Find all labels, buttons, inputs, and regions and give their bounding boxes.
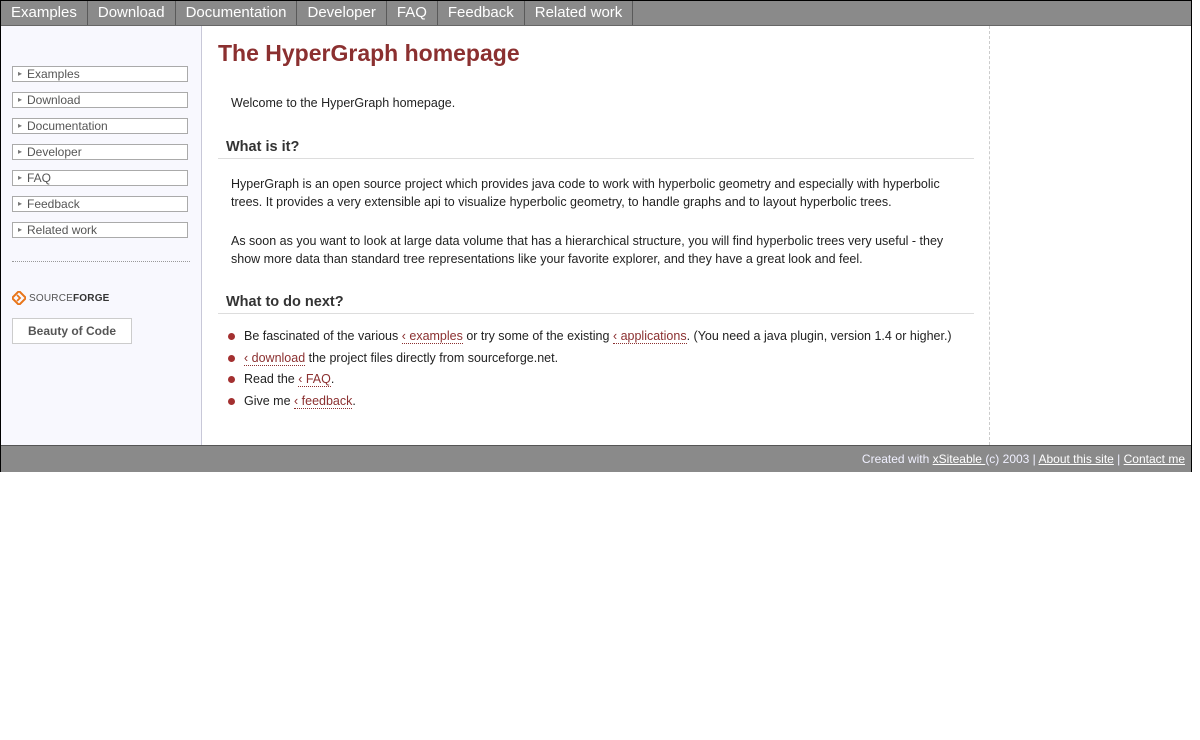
- sourceforge-suffix: FORGE: [72, 292, 110, 304]
- sidebar-divider: [12, 261, 190, 262]
- small-arrow-bullet-icon: ▸: [17, 199, 22, 208]
- section-heading-text: What is it?: [226, 139, 300, 155]
- list-text: . (You need a java plugin, version 1.4 o…: [686, 329, 952, 343]
- red-dot-bullet-icon: [228, 398, 235, 405]
- sourceforge-prefix: SOURCE: [29, 292, 73, 304]
- list-text: .: [330, 372, 335, 386]
- small-arrow-bullet-icon: ▸: [17, 225, 22, 234]
- list-text: or try some of the existing: [462, 329, 613, 343]
- list-text: Read the: [244, 372, 299, 386]
- topnav-examples[interactable]: Examples: [1, 1, 88, 25]
- sidebar-item-examples[interactable]: ▸ Examples: [12, 66, 188, 82]
- intro-paragraph: HyperGraph is an open source project whi…: [231, 177, 940, 209]
- section-heading-what-next: What to do next?: [218, 294, 974, 314]
- sourceforge-wordmark: SOURCEFORGE: [29, 293, 110, 304]
- about-site-link[interactable]: About this site: [1038, 452, 1113, 466]
- small-arrow-bullet-icon: ▸: [17, 173, 22, 182]
- page-title: The HyperGraph homepage: [218, 40, 520, 66]
- sidebar-item-developer[interactable]: ▸ Developer: [12, 144, 188, 160]
- footer-separator: |: [1113, 452, 1124, 466]
- benefits-paragraph: As soon as you want to look at large dat…: [231, 234, 944, 266]
- list-item-examples: Be fascinated of the various ‹ examples …: [228, 327, 978, 345]
- small-arrow-bullet-icon: ▸: [17, 147, 22, 156]
- sourceforge-logo-icon: [12, 291, 26, 305]
- list-item-faq: Read the ‹ FAQ.: [228, 370, 978, 388]
- list-text: the project files directly from sourcefo…: [305, 351, 559, 365]
- sidebar-item-label: Documentation: [27, 119, 108, 133]
- footer: Created with xSiteable (c) 2003 | About …: [1, 445, 1191, 472]
- sidebar-item-faq[interactable]: ▸ FAQ: [12, 170, 188, 186]
- right-column-divider: [989, 26, 990, 445]
- sidebar: ▸ Examples ▸ Download ▸ Documentation ▸ Deve…: [1, 26, 202, 445]
- list-text: Give me: [244, 394, 295, 408]
- page-frame: Examples Download Documentation Develope…: [0, 0, 1192, 472]
- sidebar-item-label: Examples: [27, 67, 80, 81]
- footer-created-with: Created with: [861, 452, 933, 466]
- xsiteable-link[interactable]: xSiteable: [933, 452, 986, 466]
- red-dot-bullet-icon: [228, 333, 235, 340]
- topnav-download[interactable]: Download: [88, 1, 176, 25]
- list-text: Be fascinated of the various: [244, 329, 402, 343]
- sidebar-item-label: Developer: [27, 145, 82, 159]
- examples-link[interactable]: ‹ examples: [401, 329, 463, 344]
- small-arrow-bullet-icon: ▸: [17, 95, 22, 104]
- small-arrow-bullet-icon: ▸: [17, 121, 22, 130]
- sidebar-item-related-work[interactable]: ▸ Related work: [12, 222, 188, 238]
- applications-link[interactable]: ‹ applications: [612, 329, 687, 344]
- sidebar-item-label: Related work: [27, 223, 98, 237]
- section-heading-what-is-it: What is it?: [218, 139, 974, 159]
- faq-link[interactable]: ‹ FAQ: [298, 372, 331, 387]
- red-dot-bullet-icon: [228, 355, 235, 362]
- red-dot-bullet-icon: [228, 376, 235, 383]
- section-heading-text: What to do next?: [226, 294, 344, 310]
- topnav-related-work[interactable]: Related work: [525, 1, 634, 25]
- main-content: The HyperGraph homepage Welcome to the H…: [218, 26, 976, 445]
- topnav-documentation[interactable]: Documentation: [176, 1, 298, 25]
- topnav-feedback[interactable]: Feedback: [438, 1, 525, 25]
- sidebar-item-label: Feedback: [27, 197, 80, 211]
- contact-link[interactable]: Contact me: [1124, 452, 1185, 466]
- beauty-of-code-badge[interactable]: Beauty of Code: [12, 318, 132, 344]
- footer-copyright: (c) 2003 |: [985, 452, 1039, 466]
- list-text: .: [352, 394, 356, 408]
- small-arrow-bullet-icon: ▸: [17, 69, 22, 78]
- sidebar-item-documentation[interactable]: ▸ Documentation: [12, 118, 188, 134]
- top-navigation: Examples Download Documentation Develope…: [1, 1, 1191, 26]
- sidebar-item-download[interactable]: ▸ Download: [12, 92, 188, 108]
- welcome-text: Welcome to the HyperGraph homepage.: [231, 96, 456, 110]
- list-item-feedback: Give me ‹ feedback.: [228, 392, 978, 410]
- sidebar-item-label: Download: [27, 93, 81, 107]
- topnav-faq[interactable]: FAQ: [387, 1, 438, 25]
- sidebar-item-label: FAQ: [27, 171, 52, 185]
- topnav-developer[interactable]: Developer: [297, 1, 387, 25]
- footer-text: Created with xSiteable (c) 2003 | About …: [862, 446, 1185, 472]
- list-item-download: ‹ download the project files directly fr…: [228, 349, 978, 367]
- download-link[interactable]: ‹ download: [244, 351, 306, 366]
- sidebar-item-feedback[interactable]: ▸ Feedback: [12, 196, 188, 212]
- feedback-link[interactable]: ‹ feedback: [294, 394, 353, 409]
- sourceforge-logo[interactable]: SOURCEFORGE: [12, 290, 110, 306]
